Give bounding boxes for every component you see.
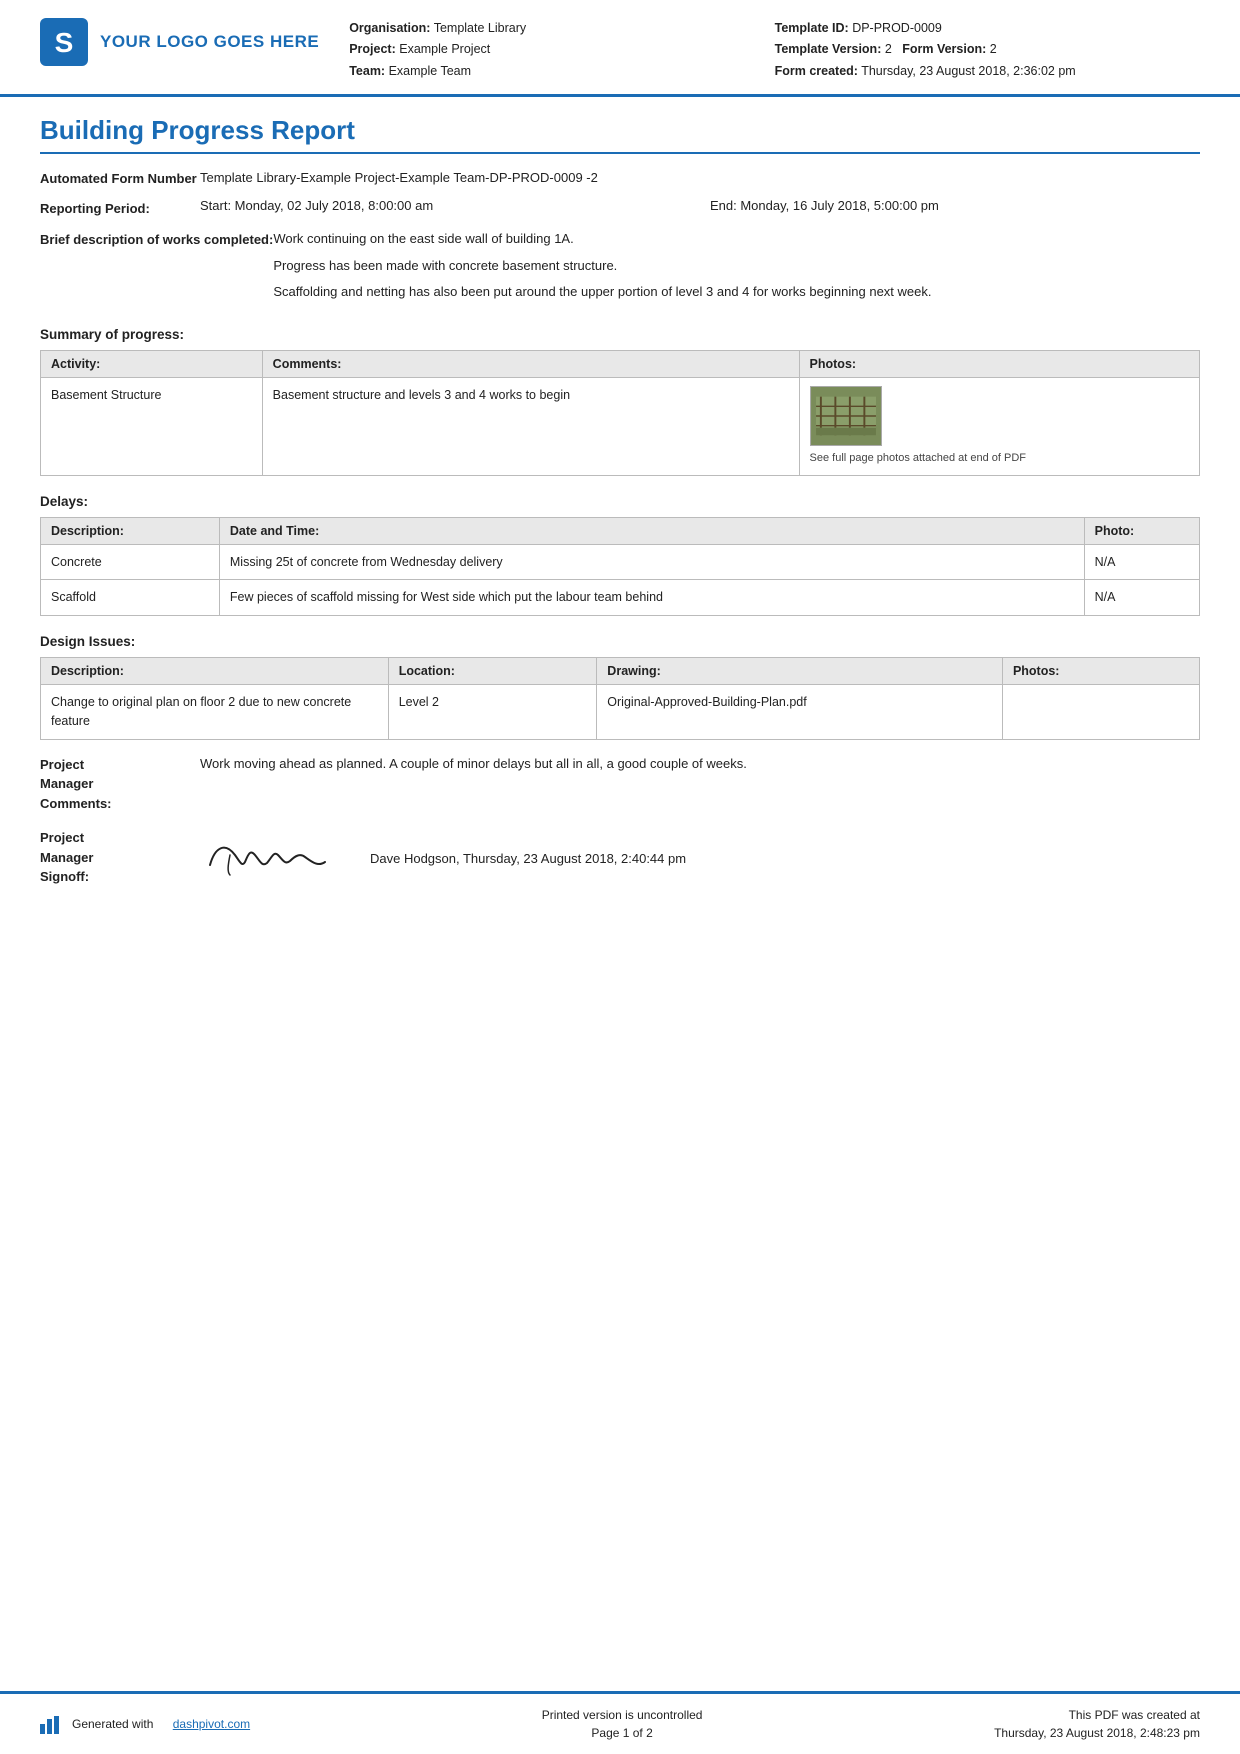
pm-signoff-content: Dave Hodgson, Thursday, 23 August 2018, … <box>200 827 1200 890</box>
delays-col-datetime: Date and Time: <box>219 517 1084 544</box>
brief-description-row: Brief description of works completed: Wo… <box>40 229 1200 309</box>
delays-description-2: Scaffold <box>41 580 220 616</box>
footer-generated-text: Generated with <box>72 1717 153 1731</box>
page-footer: Generated with dashpivot.com Printed ver… <box>0 1691 1240 1754</box>
team-row: Team: Example Team <box>349 61 774 82</box>
svg-text:S: S <box>55 27 74 58</box>
pm-signoff-row: Project Manager Signoff: Dave Hodgson, T… <box>40 827 1200 890</box>
brief-description-value: Work continuing on the east side wall of… <box>273 229 1200 309</box>
summary-activity-1: Basement Structure <box>41 378 263 476</box>
reporting-period-end: End: Monday, 16 July 2018, 5:00:00 pm <box>710 198 1200 213</box>
photo-thumbnail <box>810 386 882 446</box>
pm-comments-row: Project Manager Comments: Work moving ah… <box>40 754 1200 814</box>
form-created-row: Form created: Thursday, 23 August 2018, … <box>775 61 1200 82</box>
design-col-description: Description: <box>41 658 389 685</box>
design-issues-header: Design Issues: <box>40 634 1200 649</box>
photo-caption: See full page photos attached at end of … <box>810 450 1026 467</box>
form-number-label: Automated Form Number <box>40 168 200 189</box>
page-header: S YOUR LOGO GOES HERE Organisation: Temp… <box>0 0 1240 97</box>
summary-header: Summary of progress: <box>40 327 1200 342</box>
design-col-photos: Photos: <box>1002 658 1199 685</box>
footer-uncontrolled: Printed version is uncontrolled <box>542 1706 703 1724</box>
spacer <box>0 1298 1240 1691</box>
summary-table-header-row: Activity: Comments: Photos: <box>41 351 1200 378</box>
summary-photos-1: See full page photos attached at end of … <box>799 378 1199 476</box>
summary-col-comments: Comments: <box>262 351 799 378</box>
delays-datetime-2: Few pieces of scaffold missing for West … <box>219 580 1084 616</box>
header-meta-left: Organisation: Template Library Project: … <box>349 18 774 82</box>
delays-photo-2: N/A <box>1084 580 1199 616</box>
logo-icon: S <box>40 18 88 66</box>
summary-col-activity: Activity: <box>41 351 263 378</box>
delays-header: Delays: <box>40 494 1200 509</box>
design-description-1: Change to original plan on floor 2 due t… <box>41 685 389 740</box>
design-issues-row-1: Change to original plan on floor 2 due t… <box>41 685 1200 740</box>
design-issues-table: Description: Location: Drawing: Photos: … <box>40 657 1200 740</box>
design-location-1: Level 2 <box>388 685 597 740</box>
delays-col-description: Description: <box>41 517 220 544</box>
brief-description-label: Brief description of works completed: <box>40 229 273 250</box>
delays-photo-1: N/A <box>1084 544 1199 580</box>
delays-datetime-1: Missing 25t of concrete from Wednesday d… <box>219 544 1084 580</box>
desc-line-3: Scaffolding and netting has also been pu… <box>273 282 1200 303</box>
template-version-row: Template Version: 2 Form Version: 2 <box>775 39 1200 60</box>
reporting-period-start: Start: Monday, 02 July 2018, 8:00:00 am <box>200 198 690 213</box>
form-number-row: Automated Form Number Template Library-E… <box>40 168 1200 189</box>
template-id-row: Template ID: DP-PROD-0009 <box>775 18 1200 39</box>
reporting-period-row: Reporting Period: Start: Monday, 02 July… <box>40 198 1200 219</box>
design-issues-header-row: Description: Location: Drawing: Photos: <box>41 658 1200 685</box>
pm-comments-value: Work moving ahead as planned. A couple o… <box>200 754 1200 814</box>
report-title: Building Progress Report <box>40 115 1200 154</box>
delays-table-header-row: Description: Date and Time: Photo: <box>41 517 1200 544</box>
summary-comments-1: Basement structure and levels 3 and 4 wo… <box>262 378 799 476</box>
project-row: Project: Example Project <box>349 39 774 60</box>
org-row: Organisation: Template Library <box>349 18 774 39</box>
delays-col-photo: Photo: <box>1084 517 1199 544</box>
main-content: Building Progress Report Automated Form … <box>0 97 1240 1298</box>
photo-cell: See full page photos attached at end of … <box>810 386 1189 467</box>
form-number-value: Template Library-Example Project-Example… <box>200 168 1200 188</box>
footer-right: This PDF was created at Thursday, 23 Aug… <box>994 1706 1200 1742</box>
logo-text: YOUR LOGO GOES HERE <box>100 32 319 52</box>
header-meta-right: Template ID: DP-PROD-0009 Template Versi… <box>775 18 1200 82</box>
design-drawing-1: Original-Approved-Building-Plan.pdf <box>597 685 1003 740</box>
summary-col-photos: Photos: <box>799 351 1199 378</box>
logo-area: S YOUR LOGO GOES HERE <box>40 18 319 66</box>
design-col-location: Location: <box>388 658 597 685</box>
delays-table: Description: Date and Time: Photo: Concr… <box>40 517 1200 617</box>
delays-row-2: Scaffold Few pieces of scaffold missing … <box>41 580 1200 616</box>
footer-page-number: Page 1 of 2 <box>542 1724 703 1742</box>
summary-table: Activity: Comments: Photos: Basement Str… <box>40 350 1200 476</box>
footer-link[interactable]: dashpivot.com <box>173 1717 250 1731</box>
summary-row-1: Basement Structure Basement structure an… <box>41 378 1200 476</box>
footer-pdf-created-label: This PDF was created at <box>994 1706 1200 1724</box>
signature <box>200 827 340 890</box>
pm-comments-label: Project Manager Comments: <box>40 754 200 814</box>
desc-line-2: Progress has been made with concrete bas… <box>273 256 1200 277</box>
footer-center: Printed version is uncontrolled Page 1 o… <box>542 1706 703 1742</box>
footer-pdf-created-value: Thursday, 23 August 2018, 2:48:23 pm <box>994 1724 1200 1742</box>
footer-left: Generated with dashpivot.com <box>40 1714 250 1734</box>
reporting-period-label: Reporting Period: <box>40 198 200 219</box>
design-photos-1 <box>1002 685 1199 740</box>
delays-description-1: Concrete <box>41 544 220 580</box>
pm-signoff-label: Project Manager Signoff: <box>40 827 200 887</box>
desc-line-1: Work continuing on the east side wall of… <box>273 229 1200 250</box>
dashpivot-icon <box>40 1714 64 1734</box>
design-col-drawing: Drawing: <box>597 658 1003 685</box>
pm-signoff-name: Dave Hodgson, Thursday, 23 August 2018, … <box>370 851 686 866</box>
reporting-period-values: Start: Monday, 02 July 2018, 8:00:00 am … <box>200 198 1200 213</box>
header-meta: Organisation: Template Library Project: … <box>349 18 1200 82</box>
delays-row-1: Concrete Missing 25t of concrete from We… <box>41 544 1200 580</box>
